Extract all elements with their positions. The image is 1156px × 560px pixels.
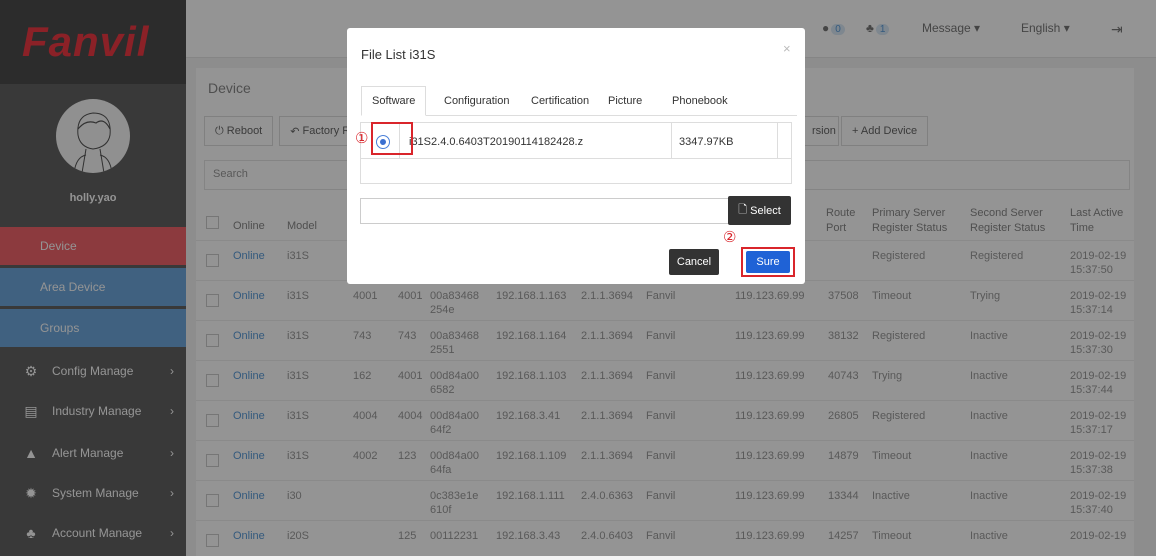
divider xyxy=(777,123,778,159)
file-icon: 🗋 xyxy=(738,204,748,216)
file-row[interactable]: i31S2.4.0.6403T20190114182428.z 3347.97K… xyxy=(361,123,791,159)
tab-software[interactable]: Software xyxy=(361,86,427,116)
select-file-button[interactable]: 🗋 Select xyxy=(728,196,791,225)
tab-certification[interactable]: Certification xyxy=(531,86,589,116)
sure-button[interactable]: Sure xyxy=(746,251,790,273)
tab-phonebook[interactable]: Phonebook xyxy=(672,86,728,116)
file-list: i31S2.4.0.6403T20190114182428.z 3347.97K… xyxy=(360,122,792,184)
sure-button-highlight: Sure xyxy=(741,247,795,277)
divider xyxy=(671,123,672,159)
tab-picture[interactable]: Picture xyxy=(608,86,642,116)
dialog-title: File List i31S xyxy=(361,47,436,62)
close-icon[interactable]: × xyxy=(783,41,791,56)
file-list-dialog: File List i31S × Software Configuration … xyxy=(347,28,805,284)
tab-configuration[interactable]: Configuration xyxy=(444,86,509,116)
file-name: i31S2.4.0.6403T20190114182428.z xyxy=(409,136,584,148)
radio-highlight-box xyxy=(371,122,413,155)
cancel-button[interactable]: Cancel xyxy=(669,249,719,275)
select-label: Select xyxy=(750,204,781,217)
file-size: 3347.97KB xyxy=(679,136,734,148)
step-marker-1: ① xyxy=(355,130,369,147)
step-marker-2: ② xyxy=(723,229,737,246)
file-path-input[interactable] xyxy=(360,198,738,224)
dialog-tabs: Software Configuration Certification Pic… xyxy=(361,86,797,116)
